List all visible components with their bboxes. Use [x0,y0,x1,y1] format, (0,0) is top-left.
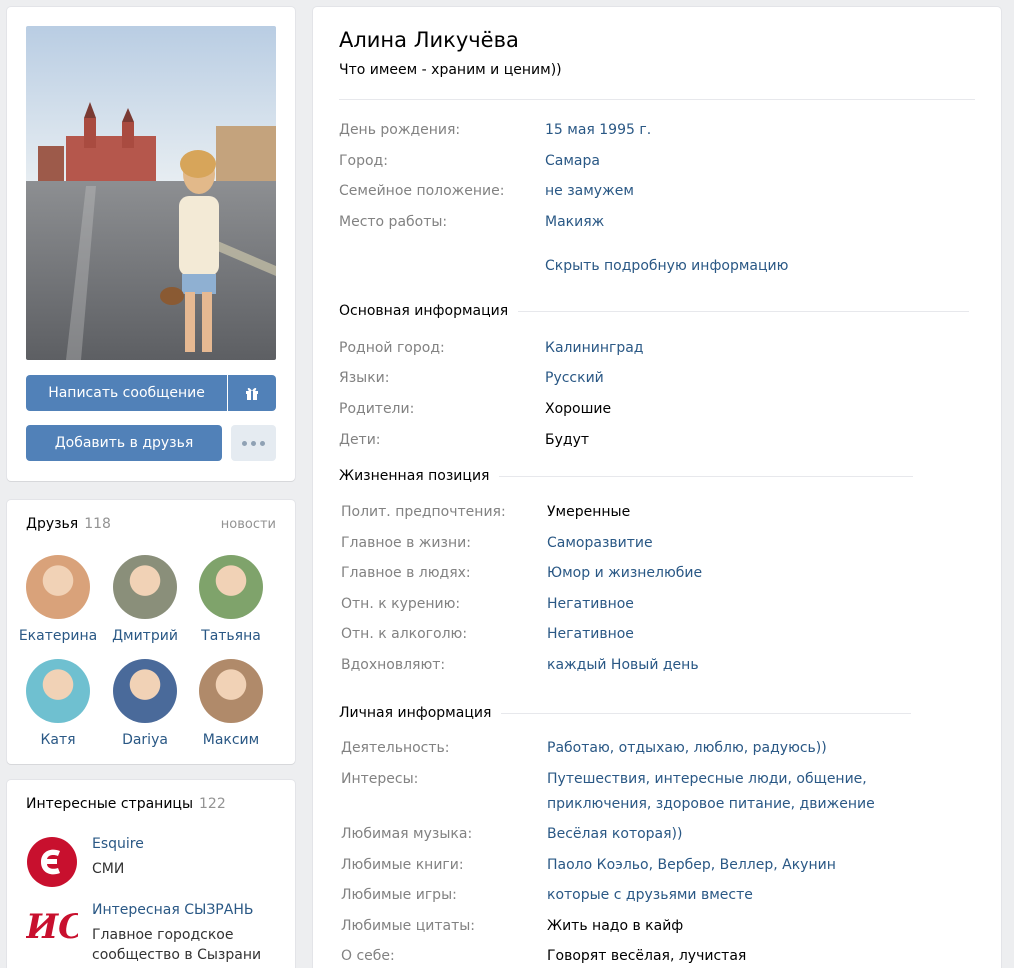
info-label: Город: [339,153,388,169]
info-label: Любимые игры: [341,887,457,903]
interesting-pages-block: Интересные страницы 122 Esquire СМИ ИС Ин… [7,780,295,968]
profile-status[interactable]: Что имеем - храним и ценим)) [339,62,562,78]
info-label: Отн. к алкоголю: [341,626,468,642]
info-label: День рождения: [339,122,461,138]
info-value[interactable]: Негативное [547,626,634,642]
pages-count: 122 [199,796,226,812]
info-label: Любимые цитаты: [341,918,476,934]
info-value[interactable]: приключения, здоровое питание, движение [547,796,875,812]
profile-info-card: Алина Ликучёва Что имеем - храним и цени… [313,7,1001,968]
friend-item[interactable]: Максим [188,659,274,748]
info-value[interactable]: не замужем [545,183,634,199]
friends-count: 118 [84,516,111,532]
svg-text:ИС: ИС [26,907,78,947]
profile-photo[interactable] [26,26,276,360]
info-value[interactable]: Русский [545,370,604,386]
section-title: Жизненная позиция [339,468,490,484]
info-value[interactable]: Работаю, отдыхаю, люблю, радуюсь)) [547,740,827,756]
page-desc: Главное городское сообщество в Сызрани [92,927,262,963]
page-name[interactable]: Интересная СЫЗРАНЬ [92,902,253,918]
friend-item[interactable]: Dariya [102,659,188,748]
info-value[interactable]: Юмор и жизнелюбие [547,565,702,581]
pages-header[interactable]: Интересные страницы 122 [26,796,226,812]
info-value[interactable]: которые с друзьями вместе [547,887,753,903]
divider [499,475,914,477]
friends-header[interactable]: Друзья 118 [26,516,111,532]
friend-name[interactable]: Татьяна [188,628,274,644]
avatar[interactable] [199,555,263,619]
pages-title[interactable]: Интересные страницы [26,796,193,812]
friends-block: Друзья 118 новости Екатерина Дмитрий Татьян… [7,500,295,764]
more-actions-button[interactable] [231,425,276,461]
more-dots-icon [242,440,265,446]
syzran-logo-icon: ИС [26,907,78,947]
info-label: Родной город: [339,340,445,356]
info-label: Отн. к курению: [341,596,461,612]
info-value: Хорошие [545,401,612,417]
section-header: Основная информация [339,303,970,319]
info-label: Семейное положение: [339,183,505,199]
info-value: Будут [545,432,590,448]
hide-details-link[interactable]: Скрыть подробную информацию [545,258,788,274]
info-value[interactable]: Калининград [545,340,643,356]
info-label: О себе: [341,948,395,964]
section-header: Личная информация [339,705,912,721]
divider [339,99,975,100]
info-value[interactable]: Негативное [547,596,634,612]
section-title: Личная информация [339,705,492,721]
friend-name[interactable]: Екатерина [15,628,101,644]
info-label: Деятельность: [341,740,450,756]
info-value[interactable]: Весёлая которая)) [547,826,682,842]
info-value: Жить надо в кайф [547,918,684,934]
gift-button[interactable] [228,375,276,411]
info-value[interactable]: Макияж [545,214,604,230]
friends-news-link[interactable]: новости [221,517,276,532]
info-value[interactable]: Саморазвитие [547,535,653,551]
avatar[interactable] [199,659,263,723]
page-title: Алина Ликучёва [339,28,519,52]
info-label: Главное в людях: [341,565,471,581]
avatar[interactable] [26,659,90,723]
friend-item[interactable]: Екатерина [15,555,101,644]
info-label: Полит. предпочтения: [341,504,506,520]
info-value[interactable]: каждый Новый день [547,657,699,673]
friends-title[interactable]: Друзья [26,516,78,532]
page-name[interactable]: Esquire [92,836,144,852]
avatar[interactable] [113,555,177,619]
send-message-button[interactable]: Написать сообщение [26,375,227,411]
divider [518,310,970,312]
divider [501,712,912,714]
friend-name[interactable]: Максим [188,732,274,748]
info-value: Умеренные [547,504,631,520]
info-value[interactable]: Паоло Коэльо, Вербер, Веллер, Акунин [547,857,836,873]
info-value[interactable]: 15 мая 1995 г. [545,122,651,138]
friend-name[interactable]: Dariya [102,732,188,748]
info-label: Главное в жизни: [341,535,471,551]
info-label: Место работы: [339,214,448,230]
avatar[interactable] [26,555,90,619]
info-value[interactable]: Путешествия, интересные люди, общение, [547,771,867,787]
friend-item[interactable]: Катя [15,659,101,748]
info-label: Языки: [339,370,390,386]
friend-item[interactable]: Дмитрий [102,555,188,644]
info-label: Интересы: [341,771,419,787]
info-label: Вдохновляют: [341,657,446,673]
friend-name[interactable]: Дмитрий [102,628,188,644]
info-label: Любимая музыка: [341,826,473,842]
esquire-logo-icon [27,837,77,887]
friend-item[interactable]: Татьяна [188,555,274,644]
info-label: Родители: [339,401,415,417]
section-title: Основная информация [339,303,509,319]
info-value: Говорят весёлая, лучистая [547,948,747,964]
add-friend-button[interactable]: Добавить в друзья [26,425,222,461]
section-header: Жизненная позиция [339,468,914,484]
page-desc: СМИ [92,861,125,877]
gift-icon [246,387,258,400]
info-label: Любимые книги: [341,857,464,873]
profile-photo-card: Написать сообщение Добавить в друзья [7,7,295,481]
friend-name[interactable]: Катя [15,732,101,748]
avatar[interactable] [113,659,177,723]
info-value[interactable]: Самара [545,153,600,169]
info-label: Дети: [339,432,381,448]
